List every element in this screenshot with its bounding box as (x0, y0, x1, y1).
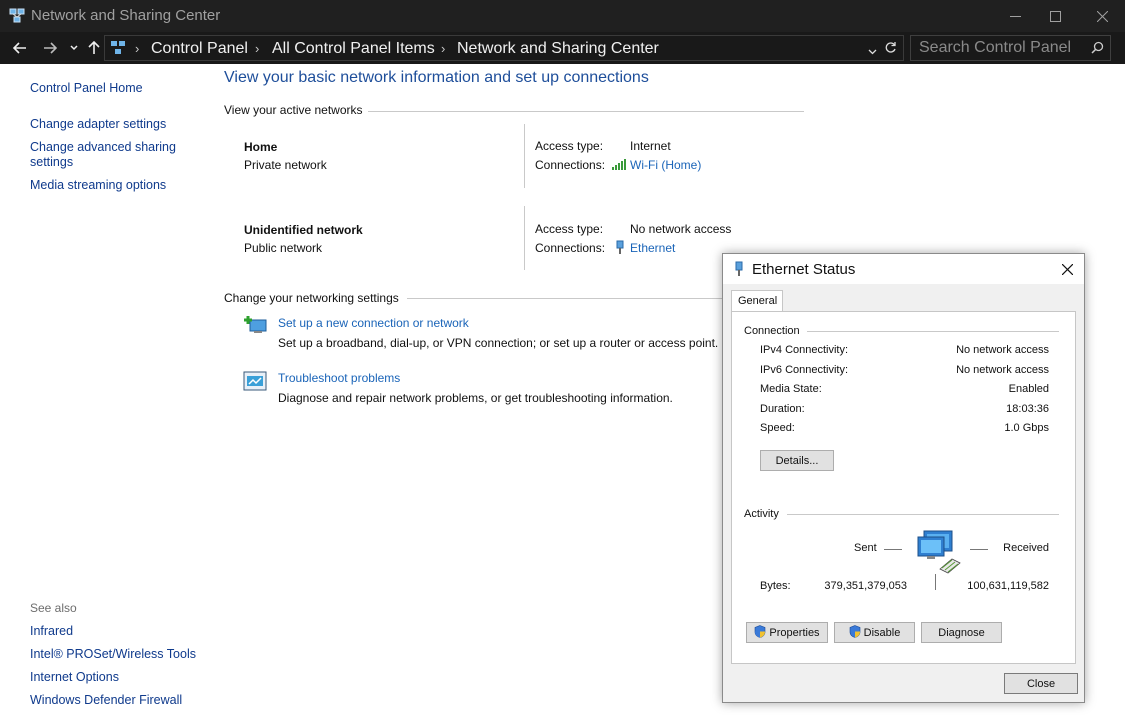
activity-heading: Activity (744, 508, 779, 520)
divider (524, 206, 525, 270)
see-also-label: See also (30, 601, 77, 615)
speed-label: Speed: (760, 422, 795, 434)
dialog-title: Ethernet Status (752, 261, 856, 278)
network-center-app-icon (9, 8, 25, 24)
access-type-label: Access type: (535, 222, 604, 236)
recent-locations-chevron-icon[interactable] (64, 38, 84, 58)
duration-value: 18:03:36 (1006, 403, 1049, 415)
duration-label: Duration: (760, 403, 805, 415)
address-bar: › Control Panel › All Control Panel Item… (0, 32, 1125, 64)
page-title: View your basic network information and … (224, 69, 649, 86)
connections-label: Connections: (535, 158, 606, 172)
ethernet-status-dialog: Ethernet Status General Connection IPv4 … (722, 253, 1085, 703)
divider (935, 574, 936, 590)
back-arrow-icon[interactable] (10, 38, 30, 58)
control-panel-location-icon (110, 40, 126, 59)
search-box[interactable] (910, 35, 1111, 61)
windows-defender-firewall-link[interactable]: Windows Defender Firewall (30, 693, 182, 708)
network-category: Private network (244, 158, 327, 172)
network-name: Unidentified network (244, 223, 363, 237)
bytes-received-value: 100,631,119,582 (967, 580, 1049, 592)
change-adapter-settings-link[interactable]: Change adapter settings (30, 117, 166, 132)
search-input[interactable] (919, 39, 1084, 57)
diagnose-button[interactable]: Diagnose (921, 622, 1002, 643)
dialog-close-icon[interactable] (1058, 260, 1076, 278)
troubleshoot-link[interactable]: Troubleshoot problems (278, 371, 400, 385)
divider (884, 549, 902, 550)
properties-button-label: Properties (769, 626, 820, 639)
ethernet-icon (615, 240, 625, 258)
bytes-label: Bytes: (760, 580, 791, 592)
dialog-title-bar: Ethernet Status (723, 254, 1084, 284)
connections-label: Connections: (535, 241, 606, 255)
disable-button[interactable]: Disable (834, 622, 915, 643)
troubleshoot-icon (243, 371, 267, 396)
setup-connection-link[interactable]: Set up a new connection or network (278, 316, 469, 330)
setup-connection-description: Set up a broadband, dial-up, or VPN conn… (278, 336, 719, 350)
wifi-connection-link[interactable]: Wi-Fi (Home) (630, 158, 701, 172)
window-title: Network and Sharing Center (31, 7, 221, 24)
breadcrumb-network-center[interactable]: Network and Sharing Center (457, 40, 659, 58)
media-state-label: Media State: (760, 383, 822, 395)
address-path-box[interactable]: › Control Panel › All Control Panel Item… (104, 35, 904, 61)
ipv4-value: No network access (956, 344, 1049, 356)
uac-shield-icon (849, 624, 861, 641)
access-type-value: Internet (630, 139, 671, 153)
access-type-value: No network access (630, 222, 732, 236)
active-networks-heading: View your active networks (224, 103, 363, 117)
network-category: Public network (244, 241, 323, 255)
ethernet-connection-link[interactable]: Ethernet (630, 241, 675, 255)
speed-value: 1.0 Gbps (1004, 422, 1049, 434)
ipv4-label: IPv4 Connectivity: (760, 344, 849, 356)
ipv6-value: No network access (956, 364, 1049, 376)
bytes-sent-value: 379,351,379,053 (824, 580, 907, 592)
breadcrumb-all-items[interactable]: All Control Panel Items (272, 40, 435, 58)
ethernet-icon (734, 261, 744, 280)
ipv6-label: IPv6 Connectivity: (760, 364, 849, 376)
network-activity-computers-icon (914, 529, 962, 580)
divider (368, 111, 804, 112)
tab-general[interactable]: General (731, 290, 783, 312)
new-connection-icon (243, 314, 269, 341)
breadcrumb-separator-icon[interactable]: › (255, 41, 259, 56)
general-tab-panel: Connection IPv4 Connectivity: No network… (731, 311, 1076, 664)
search-icon[interactable] (1091, 41, 1104, 57)
breadcrumb-separator-icon[interactable]: › (441, 41, 445, 56)
media-state-value: Enabled (1008, 383, 1049, 395)
breadcrumb-control-panel[interactable]: Control Panel (151, 40, 248, 58)
internet-options-link[interactable]: Internet Options (30, 670, 119, 685)
sent-label: Sent (854, 542, 877, 554)
infrared-link[interactable]: Infrared (30, 624, 73, 639)
intel-proset-wireless-link[interactable]: Intel® PROSet/Wireless Tools (30, 647, 196, 662)
close-button[interactable]: Close (1004, 673, 1078, 694)
close-window-button[interactable] (1079, 0, 1125, 32)
network-sharing-center-window: Network and Sharing Center › Control Pan… (0, 0, 1125, 728)
change-settings-heading: Change your networking settings (224, 291, 399, 305)
received-label: Received (1003, 542, 1049, 554)
forward-arrow-icon[interactable] (40, 38, 60, 58)
change-advanced-sharing-link[interactable]: Change advanced sharing settings (30, 140, 190, 170)
breadcrumb-separator-icon: › (135, 41, 140, 56)
up-arrow-icon[interactable] (84, 38, 104, 58)
divider (970, 549, 988, 550)
maximize-button[interactable] (1032, 0, 1078, 32)
address-dropdown-chevron-icon[interactable] (868, 44, 877, 58)
title-bar: Network and Sharing Center (0, 0, 1125, 32)
divider (524, 124, 525, 188)
refresh-icon[interactable] (884, 41, 897, 57)
divider (807, 331, 1059, 332)
properties-button[interactable]: Properties (746, 622, 828, 643)
connection-heading: Connection (744, 325, 800, 337)
media-streaming-options-link[interactable]: Media streaming options (30, 178, 166, 193)
disable-button-label: Disable (863, 626, 901, 639)
access-type-label: Access type: (535, 139, 604, 153)
network-name: Home (244, 140, 278, 154)
control-panel-home-link[interactable]: Control Panel Home (30, 81, 143, 96)
uac-shield-icon (754, 624, 766, 641)
wifi-signal-icon (611, 158, 627, 174)
troubleshoot-description: Diagnose and repair network problems, or… (278, 391, 673, 405)
divider (787, 514, 1059, 515)
details-button[interactable]: Details... (760, 450, 834, 471)
